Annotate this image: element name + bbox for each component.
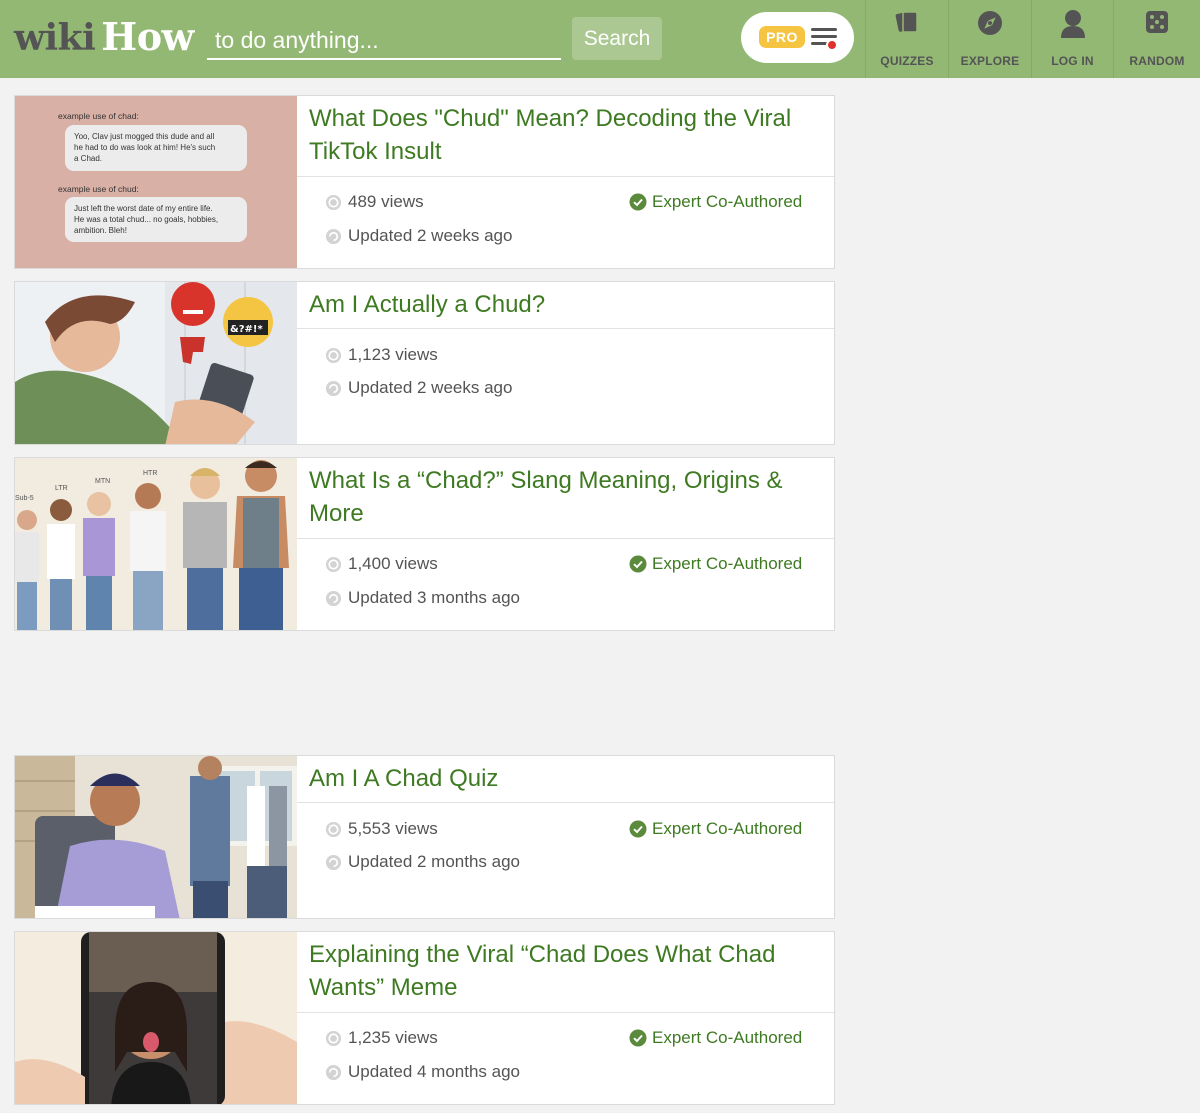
updated-text: Updated 2 weeks ago bbox=[348, 378, 513, 397]
expert-text: Expert Co-Authored bbox=[652, 1028, 803, 1047]
divider bbox=[297, 328, 834, 329]
article-title[interactable]: What Is a “Chad?” Slang Meaning, Origins… bbox=[309, 464, 809, 530]
view-count: 1,400 views bbox=[325, 554, 438, 574]
thumb-text: Yoo, Clav just mogged this dude and all bbox=[74, 132, 214, 141]
nav-random-label: RANDOM bbox=[1129, 54, 1185, 68]
thumb-text: a Chad. bbox=[74, 154, 102, 163]
expert-badge: Expert Co-Authored bbox=[629, 554, 802, 574]
views-icon bbox=[325, 1030, 342, 1046]
view-count: 1,235 views bbox=[325, 1028, 438, 1048]
thumb-text: he had to do was look at him! He's such bbox=[74, 143, 215, 152]
thumb-text: example use of chad: bbox=[58, 111, 139, 121]
divider bbox=[297, 802, 834, 803]
article-card[interactable]: Sub-5 LTR MTN HTR What Is a “Chad?” Slan… bbox=[14, 457, 835, 631]
wikihow-logo[interactable]: wiki How bbox=[14, 14, 194, 59]
updated-date: Updated 2 weeks ago bbox=[325, 226, 512, 246]
thumb-text: example use of chud: bbox=[58, 184, 139, 194]
refresh-icon bbox=[325, 1064, 342, 1080]
thumb-text: HTR bbox=[143, 470, 157, 477]
updated-text: Updated 3 months ago bbox=[348, 588, 521, 607]
views-text: 1,123 views bbox=[348, 345, 438, 364]
updated-date: Updated 2 weeks ago bbox=[325, 378, 512, 398]
views-text: 5,553 views bbox=[348, 819, 438, 838]
updated-text: Updated 2 weeks ago bbox=[348, 226, 513, 245]
article-title[interactable]: Am I Actually a Chud? bbox=[309, 288, 809, 321]
article-card[interactable]: &?#!* Am I Actually a Chud? 1,123 views … bbox=[14, 281, 835, 445]
view-count: 489 views bbox=[325, 192, 424, 212]
article-card[interactable]: example use of chad: Yoo, Clav just mogg… bbox=[14, 95, 835, 269]
thumb-text: MTN bbox=[95, 478, 110, 485]
expert-text: Expert Co-Authored bbox=[652, 819, 803, 838]
site-header: wiki How Search PRO QUIZZES EXPLORE LOG … bbox=[0, 0, 1200, 78]
refresh-icon bbox=[325, 380, 342, 396]
article-card[interactable]: Am I A Chad Quiz 5,553 views Updated 2 m… bbox=[14, 755, 835, 919]
search-button[interactable]: Search bbox=[572, 17, 662, 60]
quiz-cards-icon bbox=[895, 11, 918, 33]
pro-badge: PRO bbox=[759, 26, 805, 48]
updated-date: Updated 3 months ago bbox=[325, 588, 520, 608]
nav-quizzes[interactable]: QUIZZES bbox=[865, 0, 948, 78]
logo-how-text: How bbox=[101, 14, 194, 59]
logo-wiki-text: wiki bbox=[14, 17, 96, 59]
thumb-text: He was a total chud... no goals, hobbies… bbox=[74, 215, 218, 224]
nav-quizzes-label: QUIZZES bbox=[880, 54, 934, 68]
article-card[interactable]: Explaining the Viral “Chad Does What Cha… bbox=[14, 931, 835, 1105]
article-title[interactable]: What Does "Chud" Mean? Decoding the Vira… bbox=[309, 102, 809, 168]
nav-login-label: LOG IN bbox=[1051, 54, 1094, 68]
divider bbox=[297, 176, 834, 177]
views-text: 1,400 views bbox=[348, 554, 438, 573]
nav-explore-label: EXPLORE bbox=[960, 54, 1020, 68]
views-icon bbox=[325, 556, 342, 572]
article-thumbnail bbox=[15, 932, 297, 1104]
pro-menu-button[interactable]: PRO bbox=[741, 12, 854, 63]
article-thumbnail: example use of chad: Yoo, Clav just mogg… bbox=[15, 96, 297, 268]
verified-check-icon bbox=[629, 1029, 647, 1047]
expert-badge: Expert Co-Authored bbox=[629, 819, 802, 839]
view-count: 5,553 views bbox=[325, 819, 438, 839]
views-text: 1,235 views bbox=[348, 1028, 438, 1047]
updated-date: Updated 2 months ago bbox=[325, 852, 520, 872]
thumb-text: ambition. Bleh! bbox=[74, 226, 127, 235]
expert-badge: Expert Co-Authored bbox=[629, 192, 802, 212]
expert-text: Expert Co-Authored bbox=[652, 554, 803, 573]
verified-check-icon bbox=[629, 555, 647, 573]
thumb-text: &?#!* bbox=[230, 324, 263, 335]
thumb-text: LTR bbox=[55, 485, 68, 492]
notification-dot bbox=[826, 39, 838, 51]
refresh-icon bbox=[325, 854, 342, 870]
verified-check-icon bbox=[629, 193, 647, 211]
updated-text: Updated 4 months ago bbox=[348, 1062, 521, 1081]
article-thumbnail bbox=[15, 756, 297, 918]
nav-explore[interactable]: EXPLORE bbox=[948, 0, 1031, 78]
view-count: 1,123 views bbox=[325, 345, 438, 365]
article-title[interactable]: Am I A Chad Quiz bbox=[309, 762, 809, 795]
compass-icon bbox=[978, 11, 1002, 35]
user-icon bbox=[1060, 10, 1085, 38]
divider bbox=[297, 1012, 834, 1013]
views-icon bbox=[325, 194, 342, 210]
views-icon bbox=[325, 821, 342, 837]
updated-text: Updated 2 months ago bbox=[348, 852, 521, 871]
dice-icon bbox=[1146, 11, 1168, 33]
views-text: 489 views bbox=[348, 192, 424, 211]
divider bbox=[297, 538, 834, 539]
nav-login[interactable]: LOG IN bbox=[1031, 0, 1113, 78]
refresh-icon bbox=[325, 590, 342, 606]
thumb-text: Just left the worst date of my entire li… bbox=[74, 204, 213, 213]
search-input[interactable] bbox=[207, 22, 561, 60]
article-title[interactable]: Explaining the Viral “Chad Does What Cha… bbox=[309, 938, 809, 1004]
article-thumbnail: &?#!* bbox=[15, 282, 297, 444]
nav-random[interactable]: RANDOM bbox=[1113, 0, 1200, 78]
expert-text: Expert Co-Authored bbox=[652, 192, 803, 211]
verified-check-icon bbox=[629, 820, 647, 838]
refresh-icon bbox=[325, 228, 342, 244]
article-thumbnail: Sub-5 LTR MTN HTR bbox=[15, 458, 297, 630]
views-icon bbox=[325, 347, 342, 363]
thumb-text: Sub-5 bbox=[15, 495, 34, 502]
expert-badge: Expert Co-Authored bbox=[629, 1028, 802, 1048]
updated-date: Updated 4 months ago bbox=[325, 1062, 520, 1082]
